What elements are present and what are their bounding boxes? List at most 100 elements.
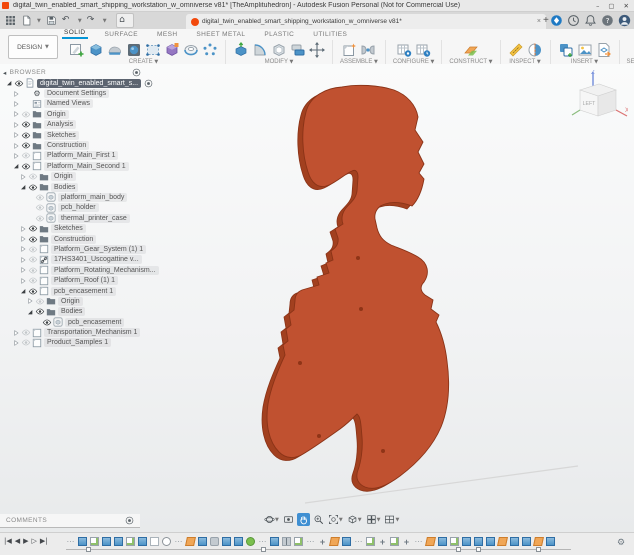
timeline-feature-group-icon[interactable]: ⋯ xyxy=(414,537,423,546)
joint-icon[interactable] xyxy=(360,42,376,58)
tree-row[interactable]: 17HS3401_Uscogattine v... xyxy=(3,255,145,265)
timeline-group-marker[interactable] xyxy=(476,547,481,552)
component-color-swatch-icon[interactable] xyxy=(144,79,153,88)
tree-item-label[interactable]: thermal_printer_case xyxy=(58,214,130,223)
maximize-button[interactable]: ▢ xyxy=(608,2,614,10)
fillet-icon[interactable] xyxy=(252,42,268,58)
measure-icon[interactable] xyxy=(508,42,524,58)
tree-row[interactable]: Origin xyxy=(3,109,145,119)
redo-icon[interactable]: ↷ xyxy=(87,15,98,26)
collapse-arrow-icon[interactable] xyxy=(12,329,20,337)
grid-layout-tool[interactable]: ▼ xyxy=(365,513,382,526)
timeline-feature-extrude-icon[interactable] xyxy=(234,537,243,546)
close-button[interactable]: ✕ xyxy=(624,2,629,10)
ribbon-tab-utilities[interactable]: UTILITIES xyxy=(311,31,349,39)
timeline-settings-icon[interactable]: ⚙ xyxy=(617,538,628,549)
timeline-group-marker[interactable] xyxy=(86,547,91,552)
config-variant-icon[interactable] xyxy=(415,42,431,58)
pattern-icon[interactable] xyxy=(202,42,218,58)
tree-row[interactable]: Origin xyxy=(3,172,145,182)
new-tab-button[interactable]: + xyxy=(543,15,549,26)
tree-item-label[interactable]: Construction xyxy=(44,141,89,150)
timeline-feature-extrude-icon[interactable] xyxy=(474,537,483,546)
extensions-icon[interactable] xyxy=(550,14,563,27)
collapse-arrow-icon[interactable] xyxy=(26,297,34,305)
tree-row[interactable]: Named Views xyxy=(3,99,145,109)
browser-header[interactable]: ◂ BROWSER xyxy=(3,67,145,78)
tree-item-label[interactable]: Platform_Gear_System (1) 1 xyxy=(51,245,146,254)
collapse-arrow-icon[interactable] xyxy=(19,173,27,181)
tree-row[interactable]: pcb_encasement 1 xyxy=(3,286,145,296)
tree-item-label[interactable]: Sketches xyxy=(44,131,79,140)
collapse-arrow-icon[interactable] xyxy=(12,131,20,139)
minimize-button[interactable]: – xyxy=(596,2,599,10)
timeline-feature-extrude-icon[interactable] xyxy=(102,537,111,546)
timeline-feature-mirror-icon[interactable] xyxy=(282,537,291,546)
tree-item-label[interactable]: Analysis xyxy=(44,120,76,129)
patch-icon[interactable] xyxy=(145,42,161,58)
save-icon[interactable] xyxy=(46,15,57,26)
tree-item-label[interactable]: Sketches xyxy=(51,224,86,233)
timeline-feature-group-icon[interactable]: ⋯ xyxy=(66,537,75,546)
skip-to-start-button[interactable]: |◀ xyxy=(4,537,12,545)
visibility-eye-icon[interactable] xyxy=(14,79,24,88)
tree-item-label[interactable]: Bodies xyxy=(58,307,85,316)
orbit-icon[interactable] xyxy=(264,514,275,525)
tree-row[interactable]: ⚙Document Settings xyxy=(3,88,145,98)
timeline-group-marker[interactable] xyxy=(536,547,541,552)
timeline-feature-form-icon[interactable] xyxy=(246,537,255,546)
timeline-feature-sketch-icon[interactable] xyxy=(126,537,135,546)
timeline-feature-plane-icon[interactable] xyxy=(533,537,544,546)
tree-item-label[interactable]: pcb_encasement 1 xyxy=(51,287,116,296)
timeline-feature-extrude-icon[interactable] xyxy=(222,537,231,546)
timeline-feature-extrude-icon[interactable] xyxy=(486,537,495,546)
browser-options-icon[interactable] xyxy=(132,68,141,77)
tree-row[interactable]: Platform_Main_Second 1 xyxy=(3,161,145,171)
derive-icon[interactable] xyxy=(164,42,180,58)
press-pull-icon[interactable] xyxy=(233,42,249,58)
visibility-eye-icon[interactable] xyxy=(21,131,31,140)
comments-panel[interactable]: COMMENTS xyxy=(0,514,140,528)
timeline-feature-plane-icon[interactable] xyxy=(329,537,340,546)
collapse-arrow-icon[interactable] xyxy=(19,245,27,253)
collapse-arrow-icon[interactable] xyxy=(12,110,20,118)
insert-mesh-icon[interactable] xyxy=(596,42,612,58)
tree-row[interactable]: Construction xyxy=(3,234,145,244)
collapse-arrow-icon[interactable] xyxy=(12,339,20,347)
expand-arrow-icon[interactable] xyxy=(19,183,27,191)
visibility-eye-icon[interactable] xyxy=(28,245,38,254)
visibility-eye-icon[interactable] xyxy=(21,328,31,337)
tree-item-label[interactable]: Origin xyxy=(51,172,76,181)
timeline-feature-sketch-icon[interactable] xyxy=(390,537,399,546)
config-table-icon[interactable] xyxy=(396,42,412,58)
tree-row[interactable]: Sketches xyxy=(3,130,145,140)
display-settings-tool[interactable]: ▼ xyxy=(346,513,363,526)
timeline-feature-extrude-icon[interactable] xyxy=(138,537,147,546)
expand-arrow-icon[interactable] xyxy=(12,162,20,170)
look-at-icon[interactable] xyxy=(283,514,294,525)
data-panel-icon[interactable] xyxy=(5,15,16,26)
collapse-arrow-icon[interactable] xyxy=(12,90,20,98)
shell-icon[interactable] xyxy=(271,42,287,58)
tree-item-label[interactable]: digital_twin_enabled_smart_s... xyxy=(37,79,141,88)
orbit-tool[interactable]: ▼ xyxy=(263,513,280,526)
tree-item-label[interactable]: pcb_holder xyxy=(58,203,99,212)
collapse-arrow-icon[interactable] xyxy=(19,235,27,243)
visibility-eye-icon[interactable] xyxy=(21,110,31,119)
timeline-feature-sketch-icon[interactable] xyxy=(90,537,99,546)
visibility-eye-icon[interactable] xyxy=(35,297,45,306)
tree-row[interactable]: Construction xyxy=(3,140,145,150)
tree-item-label[interactable]: Platform_Roof (1) 1 xyxy=(51,276,118,285)
ribbon-tab-mesh[interactable]: MESH xyxy=(155,31,179,39)
tree-item-label[interactable]: 17HS3401_Uscogattine v... xyxy=(51,255,142,264)
file-icon[interactable] xyxy=(21,15,32,26)
timeline-feature-move-icon[interactable]: + xyxy=(402,537,411,546)
timeline-feature-move-icon[interactable]: + xyxy=(318,537,327,546)
tree-item-label[interactable]: platform_main_body xyxy=(58,193,127,202)
canvas-icon[interactable] xyxy=(577,42,593,58)
tree-row[interactable]: Platform_Rotating_Mechanism... xyxy=(3,265,145,275)
collapse-arrow-icon[interactable] xyxy=(12,100,20,108)
tree-item-label[interactable]: Platform_Main_First 1 xyxy=(44,151,118,160)
ribbon-tab-surface[interactable]: SURFACE xyxy=(103,31,141,39)
visibility-eye-icon[interactable] xyxy=(28,266,38,275)
